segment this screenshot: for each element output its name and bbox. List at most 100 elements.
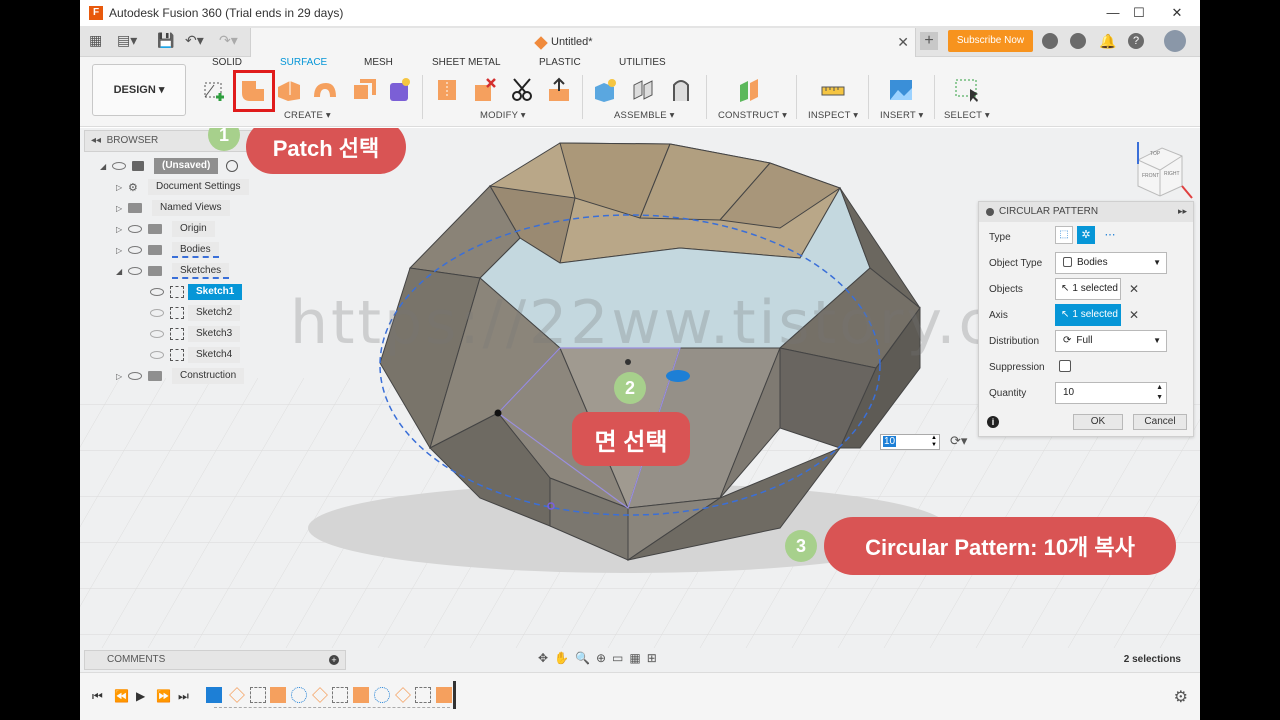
object-type-select[interactable]: Bodies ▼ [1055,252,1167,274]
pattern-bodies-icon[interactable]: ✲ [1077,226,1095,244]
tab-mesh[interactable]: MESH [364,57,393,68]
zoom-window-icon[interactable]: ⊕ [596,651,612,665]
collapse-icon[interactable]: ◂◂ [91,135,101,146]
undo-icon[interactable]: ↶▾ [185,32,204,49]
axis-selection[interactable]: ↖ 1 selected [1055,304,1121,326]
timeline-patch[interactable] [270,687,286,703]
display-settings-icon[interactable]: ▭ [612,651,629,665]
timeline-feature[interactable] [395,687,411,703]
browser-item-origin[interactable]: ▷ Origin [116,220,215,238]
activate-radio-icon[interactable] [226,160,239,172]
document-tab[interactable]: Untitled* ✕ [250,28,916,57]
split-icon[interactable] [510,77,536,103]
timeline-pattern[interactable] [374,687,390,703]
group-create[interactable]: CREATE ▾ [284,110,331,121]
step-forward-icon[interactable]: ⏩ [156,689,171,703]
timeline-patch[interactable] [353,687,369,703]
visibility-icon[interactable] [128,225,142,233]
hidden-icon[interactable] [150,330,164,338]
expand-dialog-icon[interactable]: ▸▸ [1178,206,1187,217]
stepper-icon[interactable]: ▲ ▼ [931,435,937,449]
group-construct[interactable]: CONSTRUCT ▾ [718,110,787,121]
close-tab-icon[interactable]: ✕ [897,34,909,51]
group-select[interactable]: SELECT ▾ [944,110,990,121]
objects-selection[interactable]: ↖ 1 selected [1055,278,1121,300]
go-to-start-icon[interactable]: ⏮ [92,689,103,704]
inline-quantity-input[interactable]: 10 ▲ ▼ [880,434,940,450]
as-built-joint-icon[interactable] [668,77,694,103]
tab-solid[interactable]: SOLID [212,57,242,68]
tab-surface[interactable]: SURFACE [280,57,327,68]
add-comment-icon[interactable]: + [329,655,339,665]
viewports-icon[interactable]: ⊞ [647,651,663,665]
sweep-icon[interactable] [350,77,376,103]
job-status-icon[interactable] [1070,33,1086,49]
zoom-icon[interactable]: 🔍 [575,651,596,665]
timeline-sketch[interactable] [415,687,431,703]
browser-item-sketch1[interactable]: Sketch1 [150,283,243,301]
revolve-icon[interactable] [312,77,338,103]
browser-item-sketches[interactable]: ◢ Sketches [116,262,230,280]
new-tab-button[interactable]: + [920,32,938,50]
canvas-viewport[interactable]: TOP FRONT RIGHT https://22ww.tistory.com… [80,128,1200,648]
timeline-patch[interactable] [436,687,452,703]
timeline-sketch[interactable] [332,687,348,703]
comments-panel[interactable]: COMMENTS + [84,650,346,670]
group-insert[interactable]: INSERT ▾ [880,110,924,121]
rotation-direction-icon[interactable]: ⟳▾ [950,433,967,449]
browser-item-construction[interactable]: ▷ Construction [116,367,245,385]
visibility-icon[interactable] [128,246,142,254]
insert-image-icon[interactable] [888,77,914,103]
go-to-end-icon[interactable]: ⏭ [178,689,189,704]
group-assemble[interactable]: ASSEMBLE ▾ [614,110,675,121]
avatar[interactable] [1164,30,1186,52]
help-icon[interactable]: ? [1128,33,1144,49]
browser-item-sketch4[interactable]: Sketch4 [150,346,241,364]
app-grid-icon[interactable]: ▦ [89,32,102,49]
view-cube[interactable] [1137,142,1193,199]
timeline-settings-icon[interactable]: ⚙ [1174,687,1188,707]
new-component-icon[interactable] [592,77,618,103]
timeline-pattern[interactable] [291,687,307,703]
quantity-input[interactable]: 10 ▲ ▼ [1055,382,1167,404]
timeline-feature[interactable] [229,687,245,703]
clear-objects-icon[interactable]: ✕ [1129,282,1139,296]
notifications-icon[interactable]: 🔔 [1099,33,1116,49]
hidden-icon[interactable] [150,309,164,317]
pan-icon[interactable]: ✋ [554,651,575,665]
timeline-marker[interactable] [453,681,456,709]
tab-sheet-metal[interactable]: SHEET METAL [432,57,501,68]
offset-icon[interactable] [546,77,572,103]
tab-plastic[interactable]: PLASTIC [539,57,581,68]
clear-axis-icon[interactable]: ✕ [1129,308,1139,322]
timeline-sketch-active[interactable] [206,687,222,703]
visibility-icon[interactable] [128,372,142,380]
file-menu-icon[interactable]: ▤▾ [117,32,137,49]
grid-settings-icon[interactable]: ▦ [629,651,646,665]
browser-item-bodies[interactable]: ▷ Bodies [116,241,219,259]
offset-plane-icon[interactable] [736,77,762,103]
close-window-button[interactable]: ✕ [1154,0,1200,26]
tab-utilities[interactable]: UTILITIES [619,57,666,68]
browser-item-sketch3[interactable]: Sketch3 [150,325,241,343]
visibility-icon[interactable] [128,267,142,275]
stepper-icon[interactable]: ▲ ▼ [1156,383,1163,403]
create-sketch-icon[interactable] [202,77,228,103]
pattern-faces-icon[interactable]: ⬚ [1055,226,1073,244]
pattern-features-icon[interactable]: ⋯ [1101,226,1119,244]
orbit-icon[interactable]: ✥ [538,651,554,665]
group-inspect[interactable]: INSPECT ▾ [808,110,858,121]
ok-button[interactable]: OK [1073,414,1123,430]
visibility-icon[interactable] [150,288,164,296]
form-icon[interactable] [386,77,412,103]
timeline-feature[interactable] [312,687,328,703]
group-modify[interactable]: MODIFY ▾ [480,110,526,121]
browser-item-sketch2[interactable]: Sketch2 [150,304,241,322]
browser-item-document-settings[interactable]: ▷ ⚙ Document Settings [116,178,249,196]
redo-icon[interactable]: ↷▾ [219,32,238,49]
subscribe-button[interactable]: Subscribe Now [948,30,1033,52]
save-icon[interactable]: 💾 [157,32,174,49]
distribution-select[interactable]: ⟳ Full ▼ [1055,330,1167,352]
timeline-sketch[interactable] [250,687,266,703]
browser-item-root[interactable]: ◢ (Unsaved) [100,157,239,175]
